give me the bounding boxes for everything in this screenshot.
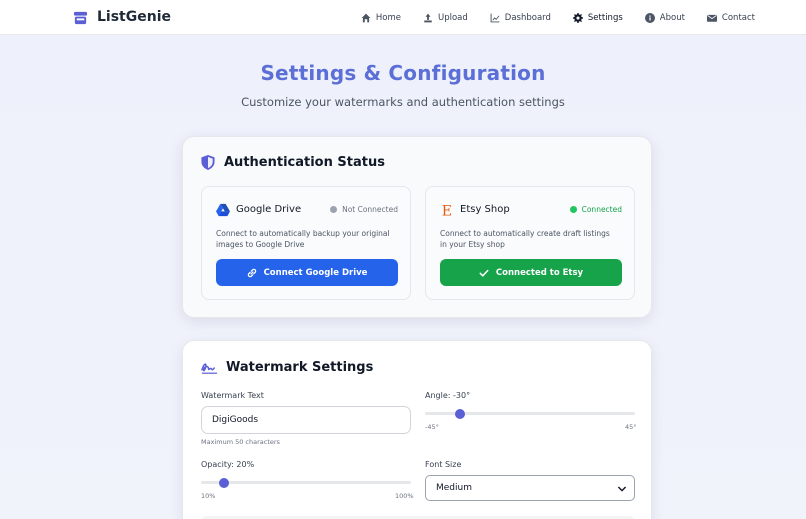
google-drive-name: Google Drive — [236, 204, 302, 215]
top-navbar: ListGenie Home Upload Dashboard Settings… — [0, 0, 806, 35]
opacity-slider[interactable] — [201, 477, 411, 488]
home-icon — [361, 13, 371, 22]
upload-icon — [424, 13, 432, 22]
signature-icon — [201, 362, 218, 374]
check-icon — [479, 269, 489, 277]
google-drive-status: Not Connected — [330, 205, 398, 214]
etsy-icon: E — [442, 203, 452, 217]
etsy-name: Etsy Shop — [460, 204, 510, 215]
watermark-text-label: Watermark Text — [201, 391, 264, 400]
watermark-card-title: Watermark Settings — [226, 360, 374, 375]
chevron-down-icon — [618, 486, 626, 492]
google-drive-icon — [216, 203, 230, 217]
opacity-min-label: 10% — [201, 492, 216, 500]
nav-item-label: Home — [375, 12, 401, 23]
gear-icon — [572, 12, 583, 23]
angle-slider[interactable] — [425, 408, 635, 419]
nav-item-about[interactable]: About — [644, 12, 685, 23]
button-label: Connected to Etsy — [495, 267, 584, 278]
page-subtitle: Customize your watermarks and authentica… — [241, 95, 565, 109]
auth-card-header: Authentication Status — [201, 155, 385, 170]
font-size-select[interactable]: Medium — [425, 475, 635, 501]
envelope-icon — [706, 14, 717, 22]
nav-item-settings[interactable]: Settings — [572, 12, 623, 23]
etsy-panel: E Etsy Shop Connected Connect to automat… — [425, 186, 635, 300]
brand-name: ListGenie — [97, 9, 171, 25]
chart-line-icon — [490, 13, 500, 22]
nav-item-label: Upload — [437, 12, 468, 23]
watermark-text-input[interactable]: DigiGoods — [201, 406, 411, 434]
page-title: Settings & Configuration — [260, 61, 546, 85]
nav-item-label: Settings — [587, 12, 623, 23]
status-dot-icon — [330, 206, 338, 213]
google-drive-description: Connect to automatically backup your ori… — [216, 229, 390, 249]
etsy-status: Connected — [569, 205, 622, 214]
nav-item-label: About — [659, 12, 685, 23]
svg-text:E: E — [442, 203, 452, 217]
auth-card-title: Authentication Status — [224, 155, 385, 170]
watermark-card-header: Watermark Settings — [201, 360, 373, 375]
font-size-label: Font Size — [425, 460, 462, 469]
nav-links: Home Upload Dashboard Settings About Con… — [339, 0, 755, 35]
opacity-label: Opacity: 20% — [201, 460, 255, 469]
button-label: Connect Google Drive — [263, 267, 368, 278]
watermark-text-hint: Maximum 50 characters — [201, 438, 280, 446]
status-dot-icon — [569, 206, 577, 213]
nav-item-contact[interactable]: Contact — [706, 12, 755, 23]
status-text: Not Connected — [342, 205, 398, 214]
input-value: DigiGoods — [212, 415, 259, 425]
nav-item-upload[interactable]: Upload — [423, 13, 468, 23]
shield-icon — [201, 155, 215, 170]
angle-min-label: -45° — [425, 423, 439, 431]
select-value: Medium — [436, 483, 472, 493]
google-drive-panel: Google Drive Not Connected Connect to au… — [201, 186, 411, 300]
nav-item-home[interactable]: Home — [361, 13, 401, 23]
angle-label: Angle: -30° — [425, 391, 471, 400]
store-icon — [73, 11, 88, 24]
info-icon — [644, 12, 655, 23]
nav-item-label: Dashboard — [504, 12, 551, 23]
opacity-max-label: 100% — [395, 492, 414, 500]
watermark-settings-card: Watermark Settings Watermark Text DigiGo… — [182, 340, 652, 519]
opacity-slider-thumb[interactable] — [219, 477, 230, 488]
angle-max-label: 45° — [625, 423, 637, 431]
connect-google-drive-button[interactable]: Connect Google Drive — [216, 259, 398, 286]
nav-item-label: Contact — [721, 12, 755, 23]
etsy-description: Connect to automatically create draft li… — [440, 229, 610, 249]
angle-slider-thumb[interactable] — [454, 408, 465, 419]
authentication-card: Authentication Status Google Drive Not C… — [182, 136, 652, 318]
nav-item-dashboard[interactable]: Dashboard — [490, 13, 551, 23]
link-icon — [247, 268, 256, 277]
status-text: Connected — [581, 205, 622, 214]
connected-to-etsy-button[interactable]: Connected to Etsy — [440, 259, 622, 286]
brand[interactable]: ListGenie — [73, 9, 171, 25]
